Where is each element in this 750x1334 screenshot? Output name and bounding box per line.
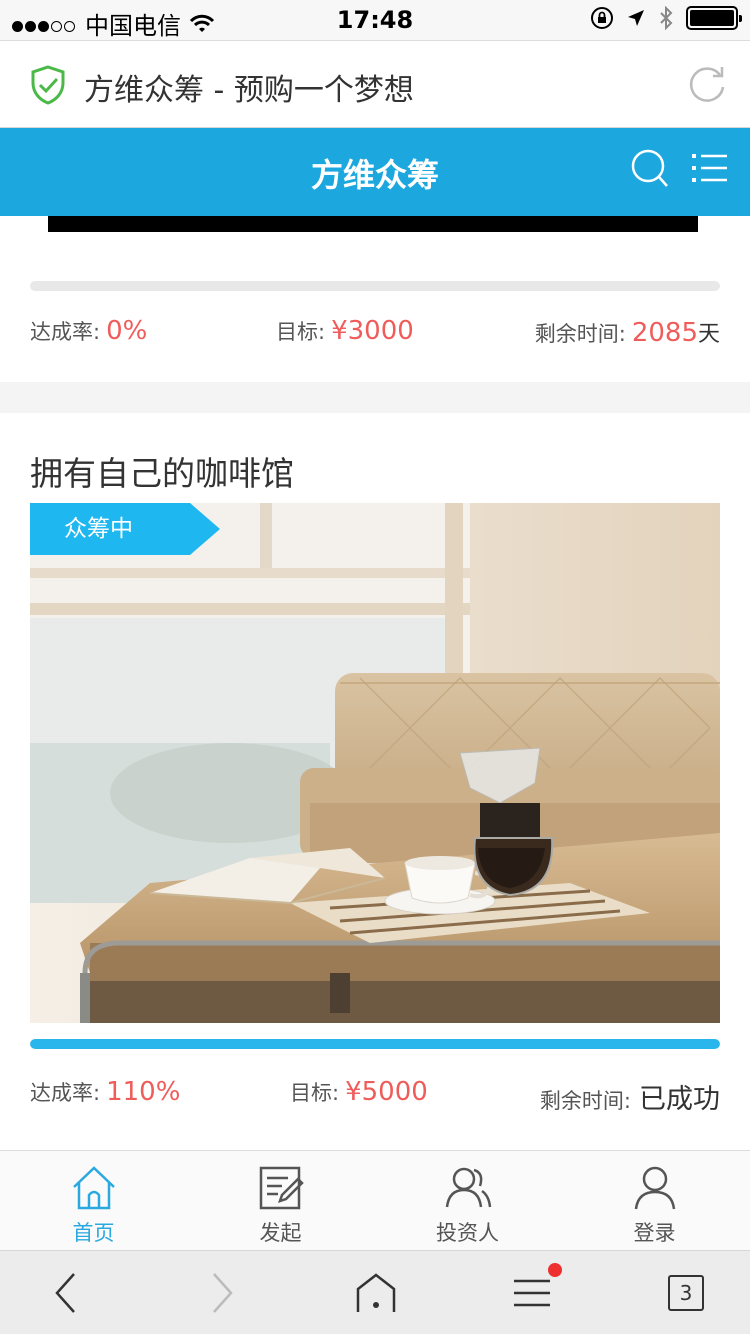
battery-icon	[686, 6, 742, 30]
project-title[interactable]: 拥有自己的咖啡馆	[30, 447, 294, 495]
menu-icon	[514, 1279, 550, 1307]
edit-icon	[259, 1166, 304, 1210]
bottom-tab-bar: 首页 发起 投资人 登录	[0, 1150, 750, 1250]
tab-label: 投资人	[436, 1221, 499, 1245]
rotation-lock-icon	[591, 7, 613, 29]
search-icon[interactable]	[630, 148, 670, 190]
back-button[interactable]	[42, 1269, 90, 1317]
home-icon	[72, 1166, 115, 1210]
rate-label: 达成率:	[30, 1081, 101, 1105]
reload-icon[interactable]	[686, 63, 728, 105]
rate-label: 达成率:	[30, 320, 101, 344]
progress-bar	[30, 281, 720, 291]
forward-icon	[213, 1273, 233, 1313]
tab-label: 登录	[633, 1221, 676, 1245]
browser-address-bar[interactable]: 方维众筹 - 预购一个梦想	[0, 40, 750, 128]
time-label: 剩余时间:	[539, 1089, 631, 1113]
tabs-icon: 3	[668, 1275, 704, 1311]
time-stat: 剩余时间: 2085 天	[535, 316, 720, 348]
project-image-bottom	[48, 216, 698, 232]
project-card[interactable]: 达成率: 0% 目标: ¥3000 剩余时间: 2085 天	[0, 216, 750, 382]
browser-toolbar: 3	[0, 1250, 750, 1334]
project-image[interactable]: 众筹中	[30, 503, 720, 1023]
goal-value: ¥3000	[331, 316, 414, 346]
rate-value: 0%	[106, 316, 148, 346]
project-list[interactable]: 达成率: 0% 目标: ¥3000 剩余时间: 2085 天 拥有自己的咖啡馆	[0, 216, 750, 1150]
notification-dot	[548, 1263, 562, 1277]
tab-login[interactable]: 登录	[561, 1151, 748, 1251]
browser-home-button[interactable]	[352, 1269, 400, 1317]
investors-icon	[445, 1167, 491, 1208]
project-stats: 达成率: 0% 目标: ¥3000 剩余时间: 2085 天	[30, 316, 720, 356]
project-stats: 达成率: 110% 目标: ¥5000 剩余时间: 已成功	[30, 1077, 720, 1117]
home-icon	[356, 1273, 396, 1312]
tab-investors[interactable]: 投资人	[374, 1151, 561, 1251]
tabs-button[interactable]: 3	[662, 1269, 710, 1317]
time-value: 已成功	[639, 1084, 720, 1115]
status-badge: 众筹中	[30, 503, 190, 555]
project-card[interactable]: 拥有自己的咖啡馆 众筹中 达成率: 110% 目标: ¥5000 剩余时间: 已…	[0, 413, 750, 1150]
goal-stat: 目标: ¥3000	[276, 316, 414, 346]
back-icon	[55, 1273, 75, 1313]
status-bar: 中国电信 17:48	[0, 0, 750, 40]
menu-icon[interactable]	[692, 150, 728, 190]
time-value: 2085	[631, 318, 698, 348]
rate-value: 110%	[106, 1077, 181, 1107]
user-icon	[634, 1166, 675, 1210]
time-label: 剩余时间:	[534, 322, 626, 346]
progress-bar	[30, 1039, 720, 1049]
tab-label: 发起	[259, 1221, 302, 1245]
page-title-text[interactable]: 方维众筹 - 预购一个梦想	[84, 65, 414, 109]
forward-button[interactable]	[198, 1269, 246, 1317]
rate-stat: 达成率: 0%	[30, 316, 147, 346]
progress-fill	[30, 1039, 720, 1049]
tab-home[interactable]: 首页	[0, 1151, 187, 1251]
rate-stat: 达成率: 110%	[30, 1077, 180, 1107]
goal-value: ¥5000	[345, 1077, 428, 1107]
time-stat: 剩余时间: 已成功	[540, 1077, 720, 1116]
browser-menu-button[interactable]	[508, 1263, 562, 1317]
tab-label: 首页	[72, 1221, 115, 1245]
status-badge-tip	[190, 503, 220, 555]
coffee-scene-image	[30, 503, 720, 1023]
goal-stat: 目标: ¥5000	[290, 1077, 428, 1107]
time-unit: 天	[697, 322, 720, 347]
bluetooth-icon	[660, 6, 673, 30]
goal-label: 目标:	[290, 1081, 340, 1105]
app-header: 方维众筹	[0, 128, 750, 216]
goal-label: 目标:	[276, 320, 326, 344]
shield-check-icon	[31, 65, 65, 105]
tab-launch[interactable]: 发起	[187, 1151, 374, 1251]
location-icon	[628, 10, 644, 26]
